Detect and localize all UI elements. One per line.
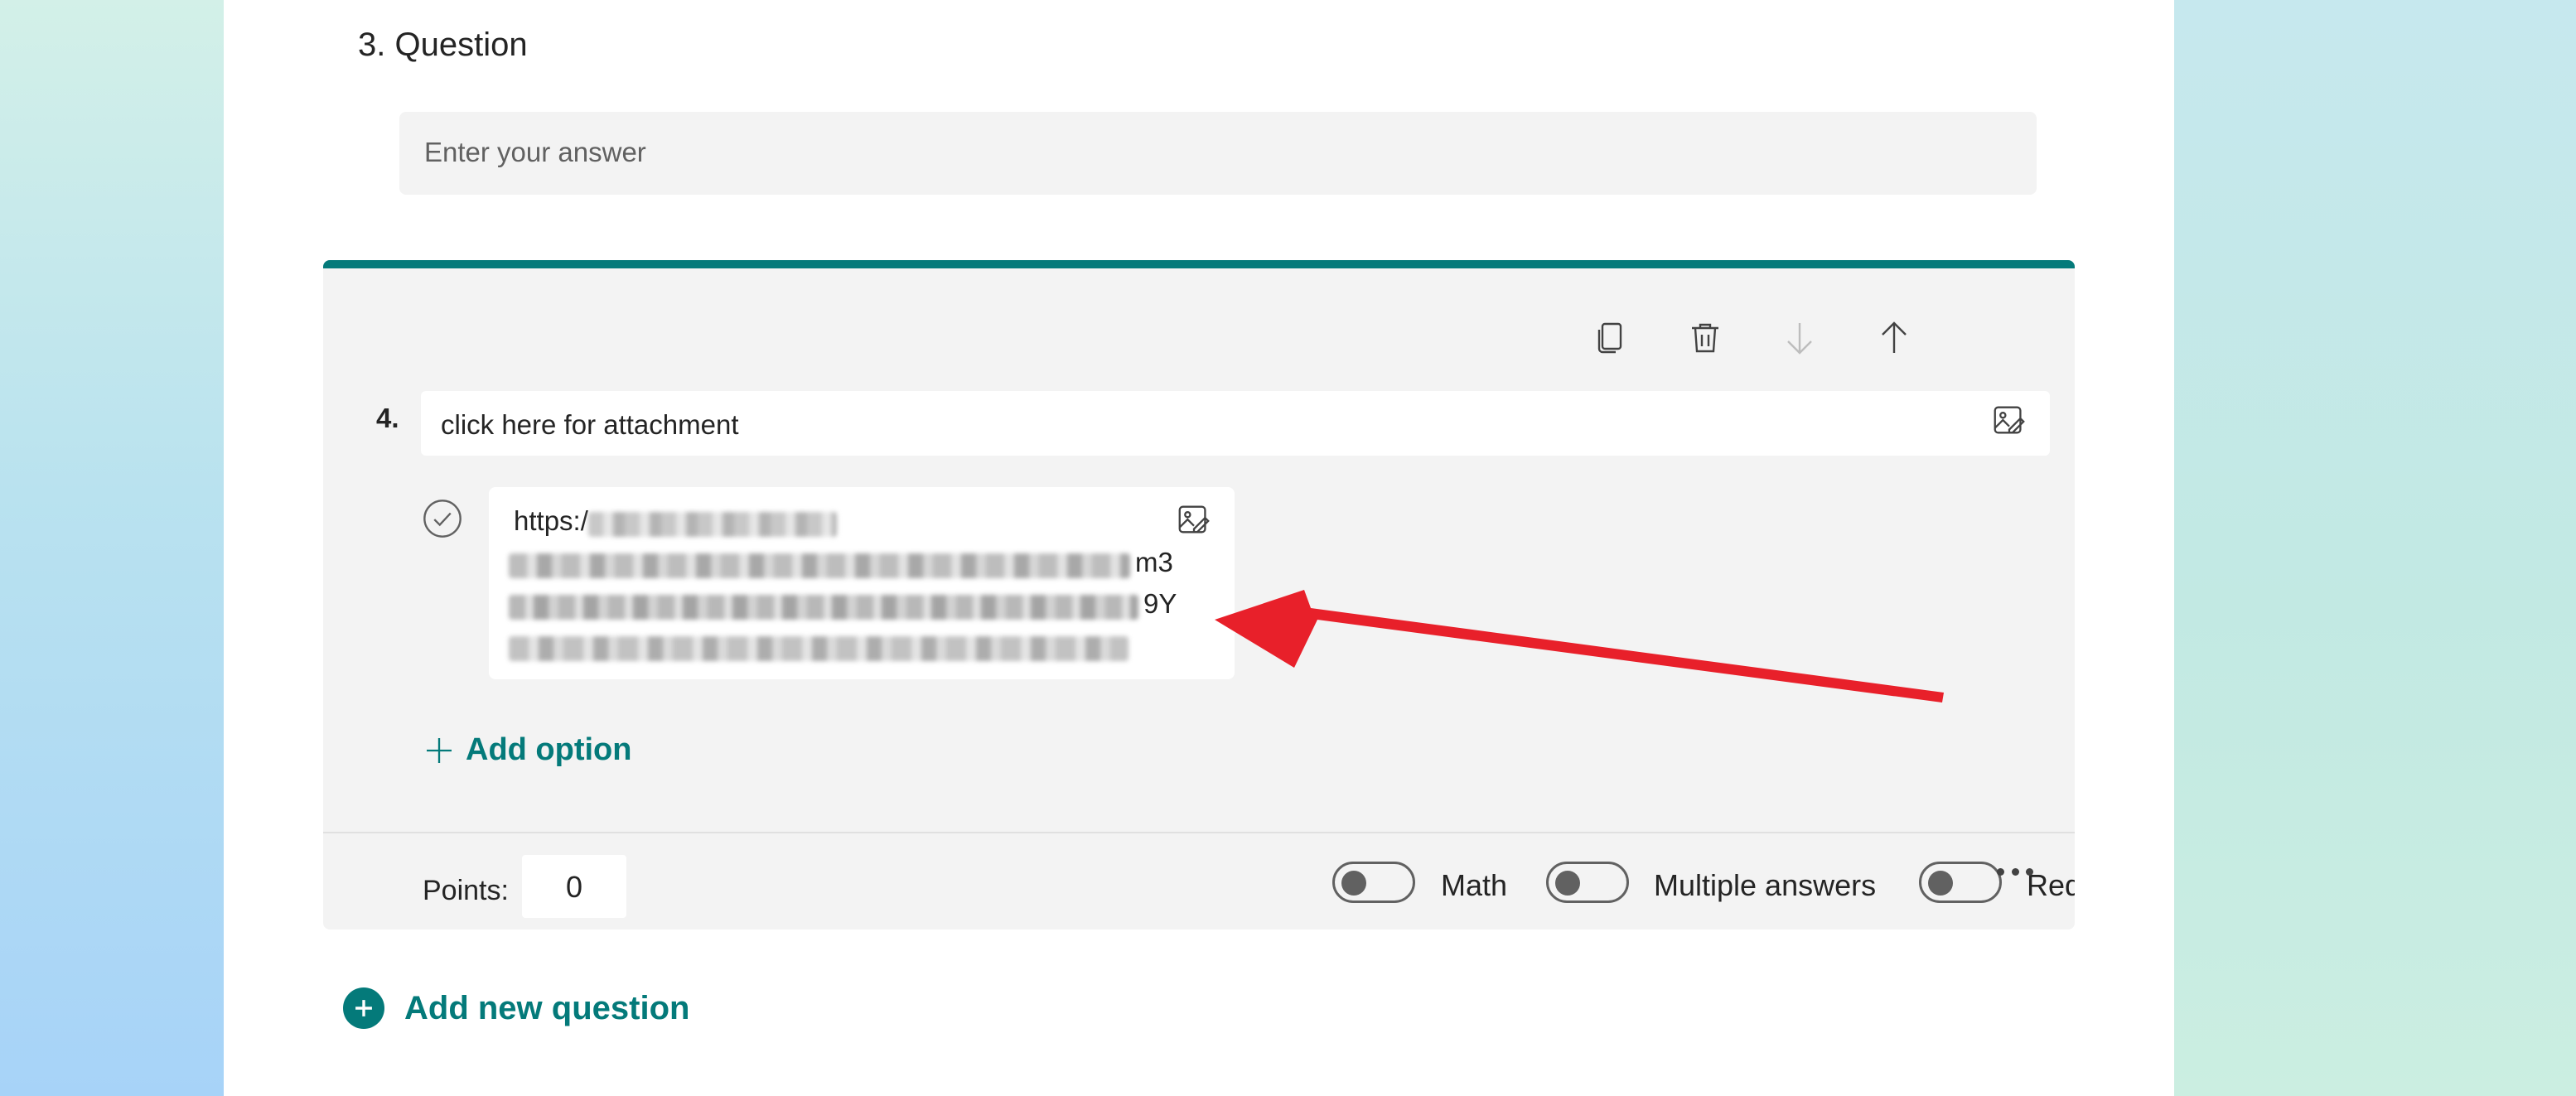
- question-4-title-input[interactable]: click here for attachment: [421, 391, 2050, 456]
- redacted-text: [509, 595, 1138, 620]
- insert-image-icon[interactable]: [1990, 401, 2033, 444]
- plus-circle-icon: [343, 987, 384, 1029]
- background-right: [2174, 0, 2576, 1096]
- add-option-label: Add option: [466, 732, 632, 767]
- arrow-down-icon[interactable]: [1776, 315, 1823, 361]
- option-url-line2-end: m3: [1135, 547, 1173, 577]
- redacted-text: [509, 553, 1130, 578]
- correct-answer-check-icon[interactable]: [421, 497, 464, 540]
- required-toggle[interactable]: [1919, 862, 2002, 903]
- form-page: 3. Question Enter your answer 4. click h…: [224, 0, 2174, 1096]
- plus-icon: [427, 737, 452, 763]
- option-insert-image-icon[interactable]: [1175, 500, 1218, 543]
- trash-icon[interactable]: [1682, 315, 1728, 361]
- option-url-start: https:/: [514, 505, 588, 536]
- divider: [323, 832, 2075, 833]
- question-3-title: 3. Question: [358, 27, 528, 63]
- redacted-text: [588, 512, 837, 537]
- question-3-answer-input[interactable]: Enter your answer: [399, 112, 2037, 195]
- points-input[interactable]: 0: [522, 855, 626, 918]
- points-label: Points:: [423, 875, 509, 906]
- math-toggle-label: Math: [1441, 868, 1508, 902]
- redacted-text: [509, 636, 1129, 661]
- multiple-answers-toggle-label: Multiple answers: [1654, 868, 1877, 902]
- copy-icon[interactable]: [1588, 315, 1634, 361]
- multiple-answers-toggle[interactable]: [1546, 862, 1629, 903]
- more-options-icon[interactable]: [1997, 855, 2033, 888]
- option-url-line3-end: 9Y: [1143, 588, 1177, 619]
- question-4-card[interactable]: 4. click here for attachment https:/ m3 …: [323, 260, 2075, 929]
- question-4-number: 4.: [376, 403, 399, 433]
- arrow-up-icon[interactable]: [1871, 315, 1917, 361]
- option-1-input[interactable]: https:/ m3 9Y: [489, 487, 1235, 679]
- add-new-question-button[interactable]: Add new question: [343, 987, 689, 1029]
- add-new-question-label: Add new question: [404, 989, 690, 1026]
- math-toggle[interactable]: [1332, 862, 1415, 903]
- add-option-button[interactable]: Add option: [423, 732, 631, 768]
- required-toggle-label: Required: [2027, 868, 2075, 902]
